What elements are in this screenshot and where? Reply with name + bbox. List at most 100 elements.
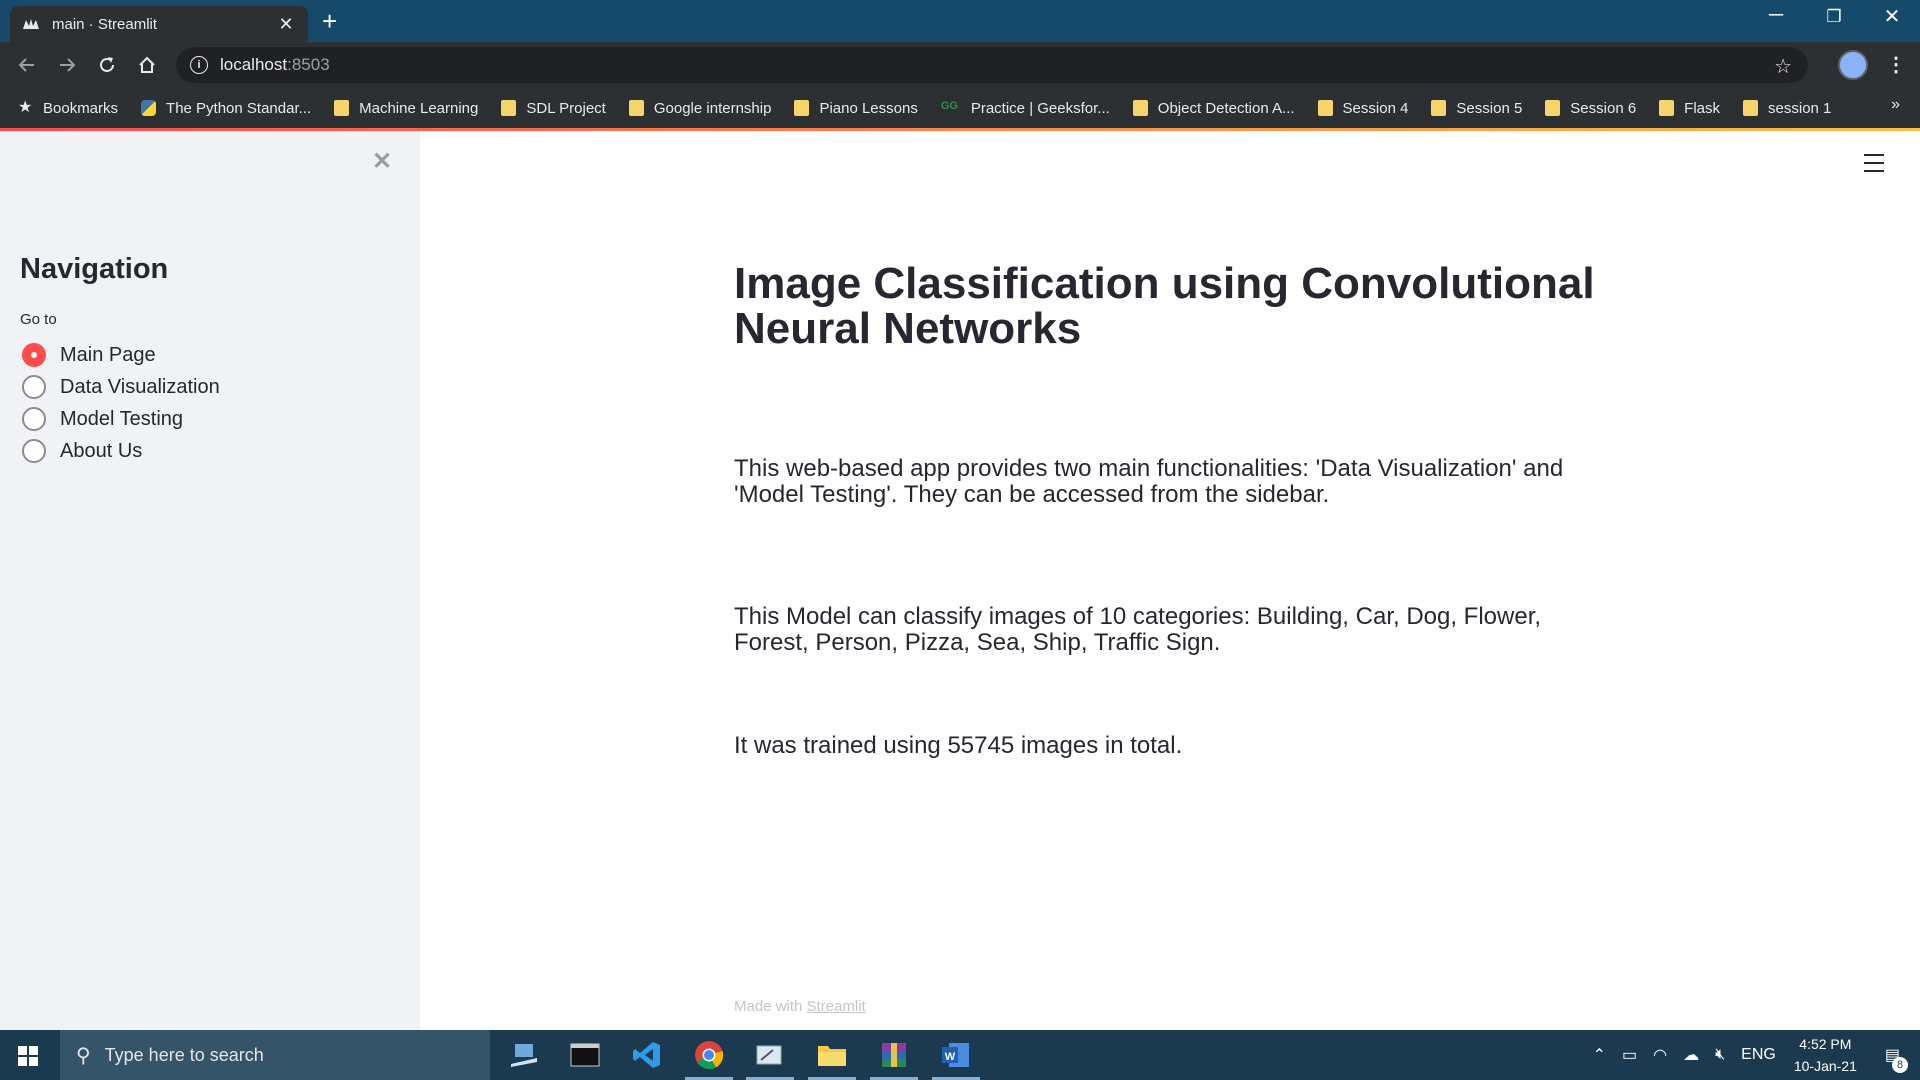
radio-unselected-icon[interactable] [22, 375, 46, 399]
tab-close-icon[interactable]: ✕ [276, 14, 296, 35]
hamburger-menu-icon[interactable] [1864, 154, 1884, 172]
nav-radio-label: Model Testing [60, 407, 184, 430]
nav-radio-option[interactable]: Main Page [22, 339, 220, 371]
bookmark-label: Google internship [653, 99, 772, 117]
url-host: localhost [220, 55, 288, 74]
folder-icon [628, 100, 644, 116]
back-icon[interactable] [14, 52, 40, 78]
vscode-icon[interactable] [629, 1038, 665, 1072]
bookmark-label: Bookmarks [43, 99, 119, 117]
nav-radio-option[interactable]: Data Visualization [22, 371, 220, 403]
language-indicator[interactable]: ENG [1741, 1046, 1776, 1064]
geeksforgeeks-icon: GG [940, 100, 958, 112]
bookmark-star-icon[interactable]: ☆ [1774, 54, 1792, 79]
bookmark-item[interactable]: ★ Bookmarks [18, 100, 118, 117]
bookmarks-more-button[interactable]: » [1891, 96, 1900, 114]
onedrive-icon[interactable]: ☁ [1683, 1045, 1699, 1065]
training-paragraph: It was trained using 55745 images in tot… [734, 732, 1183, 759]
reload-icon[interactable] [94, 52, 120, 78]
browser-tab[interactable]: main · Streamlit ✕ [10, 6, 308, 42]
bookmark-item[interactable]: Session 6 [1545, 100, 1636, 117]
wifi-icon[interactable]: ◠ [1653, 1045, 1667, 1065]
bookmark-item[interactable]: SDL Project [501, 99, 606, 117]
notifications-icon[interactable]: ▤ 8 [1885, 1045, 1908, 1073]
winrar-icon[interactable] [870, 1038, 918, 1080]
nav-radio-option[interactable]: About Us [22, 435, 220, 467]
battery-icon[interactable]: ▭ [1622, 1045, 1637, 1065]
streamlit-icon [22, 15, 40, 33]
clock-time: 4:52 PM [1799, 1036, 1852, 1052]
address-bar[interactable]: i localhost:8503 ☆ [176, 47, 1808, 83]
restore-icon[interactable]: ❐ [1814, 7, 1854, 27]
bookmark-label: SDL Project [526, 99, 606, 117]
notification-count-badge: 8 [1892, 1057, 1908, 1073]
taskbar-search-box[interactable]: ⚲ Type here to search [60, 1030, 490, 1080]
bookmark-label: Session 6 [1570, 99, 1637, 117]
streamlit-link[interactable]: Streamlit [807, 998, 866, 1015]
folder-icon [1132, 100, 1148, 116]
folder-icon [1545, 100, 1561, 116]
bookmark-item[interactable]: Session 5 [1431, 100, 1522, 117]
radio-unselected-icon[interactable] [22, 439, 46, 463]
remote-desktop-icon[interactable] [506, 1038, 542, 1072]
minimize-icon[interactable]: ─ [1756, 4, 1796, 27]
bookmark-item[interactable]: Flask [1659, 100, 1720, 117]
clock[interactable]: 4:52 PM 10-Jan-21 [1794, 1033, 1857, 1077]
page-title: Image Classification using Convolutional… [734, 259, 1595, 353]
site-info-icon[interactable]: i [190, 56, 208, 74]
browser-menu-icon[interactable]: ⋮ [1886, 52, 1906, 77]
bookmark-label: Practice | Geeksfor... [970, 99, 1110, 117]
bookmark-item[interactable]: GG Practice | Geeksfor... [941, 100, 1110, 117]
terminal-icon[interactable] [567, 1038, 603, 1072]
new-tab-button[interactable]: + [322, 8, 337, 34]
footer: Made with Streamlit [734, 998, 866, 1015]
nav-radio-label: Data Visualization [60, 375, 220, 398]
python-icon [141, 100, 157, 116]
bookmark-item[interactable]: Piano Lessons [794, 100, 918, 117]
search-placeholder: Type here to search [104, 1044, 264, 1065]
bookmark-item[interactable]: Google internship [628, 99, 772, 117]
show-hidden-icons-icon[interactable]: ⌃ [1593, 1045, 1606, 1065]
forward-icon[interactable] [54, 52, 80, 78]
home-icon[interactable] [134, 52, 160, 78]
profile-avatar[interactable] [1838, 50, 1868, 80]
intro-paragraph: This web-based app provides two main fun… [734, 455, 1564, 508]
window-close-icon[interactable]: ✕ [1872, 4, 1912, 29]
bookmark-label: Machine Learning [359, 99, 479, 117]
bookmark-item[interactable]: session 1 [1743, 100, 1831, 117]
bookmark-label: The Python Standar... [166, 99, 312, 117]
radio-group-label: Go to [20, 311, 57, 328]
bookmark-label: Flask [1684, 99, 1721, 117]
bookmark-label: Session 4 [1342, 99, 1409, 117]
radio-selected-icon[interactable] [22, 343, 46, 367]
bookmark-label: Session 5 [1456, 99, 1523, 117]
bookmark-item[interactable]: Machine Learning [334, 100, 478, 117]
tab-title: main · Streamlit [52, 15, 158, 33]
sidebar-close-icon[interactable]: ✕ [372, 147, 392, 176]
search-icon: ⚲ [76, 1044, 91, 1067]
star-icon: ★ [18, 99, 33, 116]
bookmark-item[interactable]: Object Detection A... [1132, 100, 1295, 117]
file-explorer-icon[interactable] [808, 1038, 856, 1080]
windows-start-icon[interactable] [18, 1046, 38, 1066]
nav-radio-label: Main Page [60, 343, 156, 366]
chrome-icon[interactable] [685, 1038, 733, 1080]
bookmark-label: session 1 [1768, 99, 1832, 117]
categories-paragraph: This Model can classify images of 10 cat… [734, 603, 1542, 656]
bookmark-item[interactable]: Session 4 [1317, 99, 1409, 117]
browser-tab-strip: main · Streamlit ✕ + ─ ❐ ✕ [0, 0, 1920, 42]
system-tray: ⌃ ▭ ◠ ☁ 🔇︎ ENG 4:52 PM 10-Jan-21 ▤ 8 [1585, 1030, 1920, 1080]
volume-muted-icon[interactable]: 🔇︎ [1715, 1046, 1725, 1064]
navigation-radio-group: Main Page Data Visualization Model Testing… [22, 339, 220, 467]
bookmarks-bar: ★ Bookmarks The Python Standar... Machine L… [0, 88, 1920, 128]
snipping-tool-icon[interactable] [746, 1038, 794, 1080]
nav-radio-option[interactable]: Model Testing [22, 403, 220, 435]
windows-taskbar: ⚲ Type here to search W ⌃ ▭ ◠ ☁ 🔇︎ ENG 4… [0, 1030, 1920, 1080]
bookmark-item[interactable]: The Python Standar... [141, 100, 311, 117]
word-icon[interactable]: W [932, 1038, 980, 1080]
folder-icon [1317, 100, 1333, 116]
sidebar-title: Navigation [20, 253, 169, 285]
radio-unselected-icon[interactable] [22, 407, 46, 431]
folder-icon [501, 100, 517, 116]
sidebar: ✕ Navigation Go to Main Page Data Visuali… [0, 131, 420, 1030]
